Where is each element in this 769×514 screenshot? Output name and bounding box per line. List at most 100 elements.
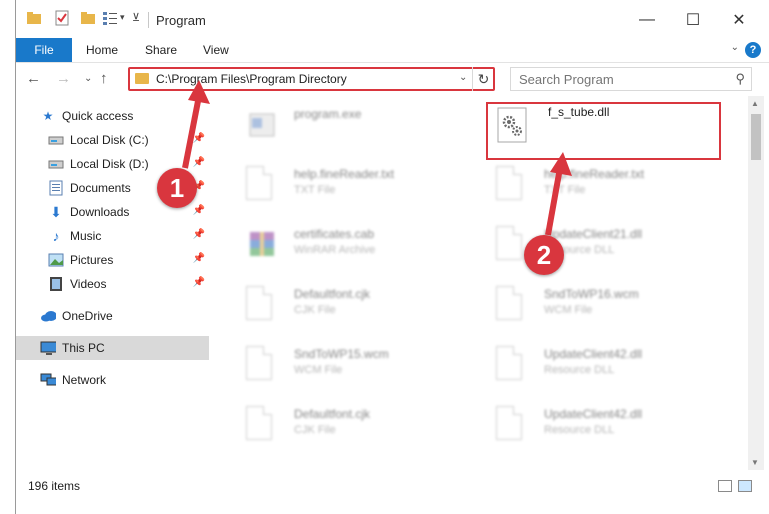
file-item[interactable]: UpdateClient42.dll Resource DLL xyxy=(486,340,716,390)
sidebar-item-label: Local Disk (C:) xyxy=(70,133,149,147)
scroll-down-icon[interactable]: ▼ xyxy=(751,458,759,467)
file-type: Resource DLL xyxy=(544,424,615,436)
blank-file-icon xyxy=(246,346,278,384)
address-folder-icon xyxy=(135,73,149,84)
file-type: TXT File xyxy=(544,184,586,196)
selected-file-highlight xyxy=(486,102,721,160)
file-item[interactable]: UpdateClient21.dll Resource DLL xyxy=(486,220,716,270)
tab-view[interactable]: View xyxy=(203,43,229,57)
sidebar-item-label: Network xyxy=(62,373,107,387)
sidebar-item-label: This PC xyxy=(62,341,105,355)
drive-icon xyxy=(48,156,64,172)
scroll-up-icon[interactable]: ▲ xyxy=(751,99,759,108)
exe-icon xyxy=(246,106,278,144)
ribbon-tabs: File Home Share View ⌄ ? xyxy=(16,38,769,63)
pin-icon[interactable]: 📌 xyxy=(193,277,205,288)
address-bar[interactable]: C:\Program Files\Program Directory ⌄ ↻ xyxy=(128,67,495,91)
file-item-program-exe[interactable]: program.exe xyxy=(236,100,466,150)
details-view-icon[interactable] xyxy=(718,480,732,492)
large-icons-view-icon[interactable] xyxy=(738,480,752,492)
file-type: WCM File xyxy=(544,304,593,316)
tab-share[interactable]: Share xyxy=(145,43,177,57)
address-path[interactable]: C:\Program Files\Program Directory xyxy=(156,72,347,86)
properties-icon[interactable] xyxy=(54,10,70,26)
file-item[interactable]: SndToWP15.wcm WCM File xyxy=(236,340,466,390)
forward-arrow-icon[interactable]: → xyxy=(56,70,71,87)
file-name: UpdateClient42.dll xyxy=(544,407,643,421)
search-box[interactable]: ⚲ xyxy=(510,67,752,91)
address-dropdown-chevron-icon[interactable]: ⌄ xyxy=(459,72,467,83)
videos-icon xyxy=(48,276,64,292)
sidebar-item-music[interactable]: ♪ Music 📌 xyxy=(16,224,209,248)
sidebar-item-pictures[interactable]: Pictures 📌 xyxy=(16,248,209,272)
quick-access-dropdown-icon[interactable]: ⊻ xyxy=(132,11,148,27)
pin-icon[interactable]: 📌 xyxy=(193,253,205,264)
documents-icon xyxy=(48,180,64,196)
window-title: Program xyxy=(156,13,206,28)
dll-gear-icon xyxy=(496,226,528,264)
pictures-icon xyxy=(48,252,64,268)
sidebar-item-label: OneDrive xyxy=(62,309,113,323)
help-button[interactable]: ? xyxy=(745,42,761,58)
folder-icon[interactable] xyxy=(26,10,42,26)
refresh-icon[interactable]: ↻ xyxy=(472,67,494,91)
blank-file-icon xyxy=(496,286,528,324)
vertical-scrollbar[interactable]: ▲ ▼ xyxy=(748,96,764,470)
navigation-pane: ★ Quick access Local Disk (C:) 📌 Local D… xyxy=(16,100,209,470)
music-icon: ♪ xyxy=(52,228,60,244)
sidebar-item-label: Pictures xyxy=(70,253,114,267)
file-item[interactable]: help.fineReader.txt TXT File xyxy=(486,160,716,210)
sidebar-item-quick-access[interactable]: ★ Quick access xyxy=(16,104,209,128)
close-button[interactable]: ✕ xyxy=(716,8,762,32)
file-item[interactable]: help.fineReader.txt TXT File xyxy=(236,160,466,210)
sidebar-item-label: Videos xyxy=(70,277,107,291)
file-name: UpdateClient42.dll xyxy=(544,347,643,361)
up-arrow-icon[interactable]: ↑ xyxy=(100,70,108,87)
file-item[interactable]: Defaultfont.cjk CJK File xyxy=(236,400,466,450)
sidebar-item-local-disk-c[interactable]: Local Disk (C:) 📌 xyxy=(16,128,209,152)
search-icon[interactable]: ⚲ xyxy=(735,71,745,87)
minimize-button[interactable]: — xyxy=(624,8,670,32)
downloads-icon: ⬇ xyxy=(50,203,62,220)
sidebar-item-network[interactable]: Network xyxy=(16,368,209,392)
scrollbar-thumb[interactable] xyxy=(751,114,761,160)
back-arrow-icon[interactable]: ← xyxy=(26,70,41,87)
file-item[interactable]: SndToWP16.wcm WCM File xyxy=(486,280,716,330)
title-bar: ▾ ⊻ Program — ☐ ✕ xyxy=(16,0,769,38)
computer-icon xyxy=(40,340,56,356)
file-name: certificates.cab xyxy=(294,227,375,241)
pin-icon[interactable]: 📌 xyxy=(193,229,205,240)
sidebar-item-label: Documents xyxy=(70,181,131,195)
file-name: help.fineReader.txt xyxy=(294,167,395,181)
file-item[interactable]: certificates.cab WinRAR Archive xyxy=(236,220,466,270)
network-icon xyxy=(40,372,56,388)
star-icon: ★ xyxy=(42,109,54,123)
expand-ribbon-chevron-icon[interactable]: ⌄ xyxy=(731,42,739,53)
tab-file[interactable]: File xyxy=(16,38,72,62)
file-name: SndToWP16.wcm xyxy=(544,287,639,301)
sidebar-item-onedrive[interactable]: OneDrive xyxy=(16,304,209,328)
pin-icon[interactable]: 📌 xyxy=(193,205,205,216)
pin-icon[interactable]: 📌 xyxy=(193,157,205,168)
file-type: CJK File xyxy=(294,304,336,316)
text-file-icon xyxy=(496,166,528,204)
checklist-icon[interactable] xyxy=(102,10,118,26)
drive-icon xyxy=(48,132,64,148)
sidebar-item-label: Quick access xyxy=(62,109,134,123)
pin-icon[interactable]: 📌 xyxy=(193,133,205,144)
file-item[interactable]: UpdateClient42.dll Resource DLL xyxy=(486,400,716,450)
file-type: WinRAR Archive xyxy=(294,244,376,256)
sidebar-item-this-pc[interactable]: This PC xyxy=(16,336,209,360)
search-input[interactable] xyxy=(517,71,721,88)
sidebar-item-videos[interactable]: Videos 📌 xyxy=(16,272,209,296)
file-name: Defaultfont.cjk xyxy=(294,287,371,301)
new-folder-icon[interactable] xyxy=(80,10,96,26)
recent-locations-chevron-icon[interactable]: ⌄ xyxy=(84,73,92,84)
file-item[interactable]: Defaultfont.cjk CJK File xyxy=(236,280,466,330)
file-type: WCM File xyxy=(294,364,343,376)
maximize-button[interactable]: ☐ xyxy=(670,8,716,32)
callout-1: 1 xyxy=(157,168,197,208)
file-type: Resource DLL xyxy=(544,364,615,376)
sidebar-item-label: Downloads xyxy=(70,205,130,219)
tab-home[interactable]: Home xyxy=(86,43,118,57)
